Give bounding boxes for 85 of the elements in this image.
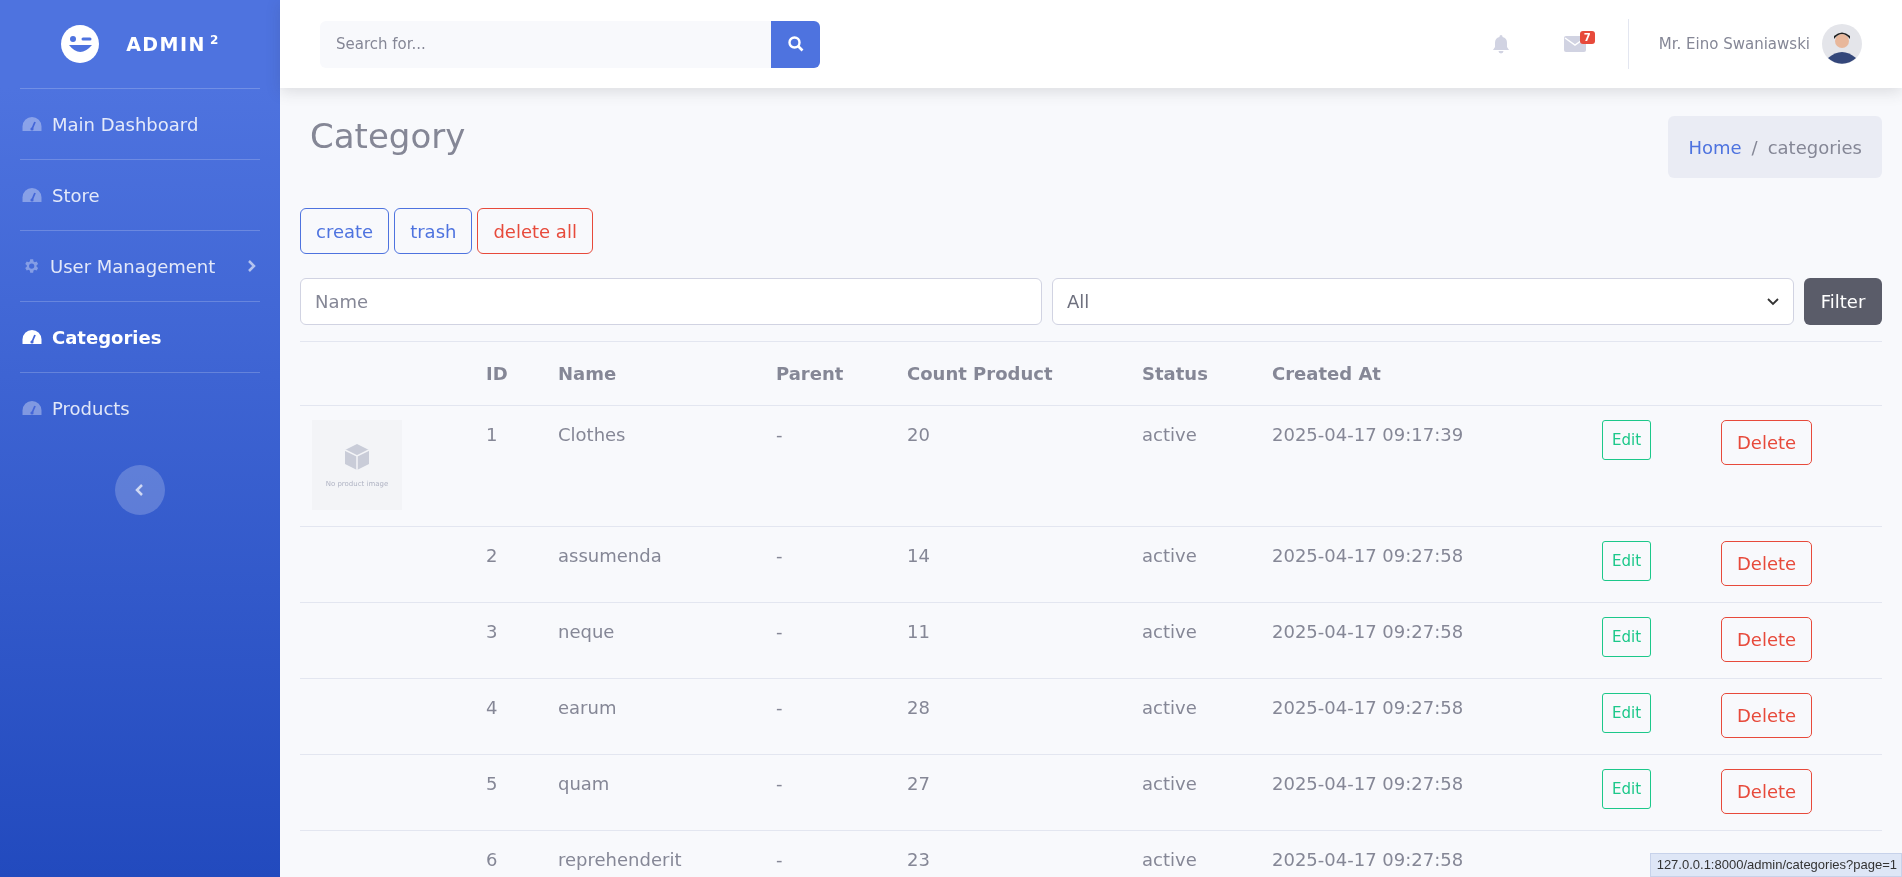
table-cell-text: active <box>1141 696 1198 720</box>
column-header: ID <box>485 362 509 386</box>
sidebar-item[interactable]: Categories <box>20 302 260 372</box>
status-select[interactable]: All <box>1052 278 1794 325</box>
table-cell-text: earum <box>557 696 618 720</box>
smiley-logo-icon <box>60 24 101 64</box>
sidebar-item[interactable]: User Management <box>20 231 260 301</box>
table-cell-text: 14 <box>906 544 931 568</box>
edit-button[interactable]: Edit <box>1602 420 1652 460</box>
search-field[interactable]: Search for... <box>320 20 771 68</box>
delete-button[interactable]: Delete <box>1721 769 1813 814</box>
table-cell-text: - <box>775 772 784 796</box>
search-icon <box>787 36 804 52</box>
search-button[interactable] <box>771 20 820 68</box>
table-cell-text: active <box>1141 544 1198 568</box>
gauge-icon <box>22 400 42 416</box>
edit-button[interactable]: Edit <box>1602 693 1652 733</box>
table-cell-text: active <box>1141 620 1198 644</box>
action-button[interactable]: trash <box>394 208 473 254</box>
column-header: Parent <box>775 362 845 386</box>
column-header: Created At <box>1271 362 1382 386</box>
brand-name[interactable]: ADMIN $^{2}$ <box>126 32 220 56</box>
gauge-icon <box>22 329 42 345</box>
column-header: Status <box>1141 362 1209 386</box>
table-cell-text: 5 <box>485 772 499 796</box>
table-cell-text: assumenda <box>557 544 663 568</box>
edit-button[interactable]: Edit <box>1602 541 1652 581</box>
table-cell-text: 2025-04-17 09:27:58 <box>1271 620 1465 644</box>
sidebar-item[interactable]: Main Dashboard <box>20 89 260 159</box>
table-cell-text: 2025-04-17 09:27:58 <box>1271 544 1465 568</box>
cube-icon <box>342 442 372 472</box>
table-cell-text: active <box>1141 423 1198 447</box>
table-cell-text: 28 <box>906 696 931 720</box>
table-cell-text: quam <box>557 772 611 796</box>
gauge-icon <box>22 116 42 132</box>
delete-button[interactable]: Delete <box>1721 693 1813 738</box>
delete-all-button[interactable]: delete all <box>477 208 593 254</box>
gauge-icon <box>22 187 42 203</box>
edit-button[interactable]: Edit <box>1602 617 1652 657</box>
collapse-sidebar-button[interactable] <box>115 465 165 515</box>
table-cell-text: 27 <box>906 772 931 796</box>
table-cell-text: 23 <box>906 848 931 872</box>
action-button[interactable]: create <box>300 208 390 254</box>
chevron-left-icon <box>134 483 146 497</box>
table-cell-text: 2025-04-17 09:27:58 <box>1271 772 1465 796</box>
table-cell-text: 4 <box>485 696 499 720</box>
delete-button[interactable]: Delete <box>1721 541 1813 586</box>
breadcrumb-link[interactable]: Home <box>1688 136 1742 158</box>
table-cell-text: 3 <box>485 620 499 644</box>
breadcrumb-separator: / <box>1751 136 1758 158</box>
edit-button[interactable]: Edit <box>1602 769 1652 809</box>
table-cell-text: - <box>775 848 784 872</box>
sidebar-item[interactable]: Store <box>20 160 260 230</box>
page-title: Category <box>310 116 466 156</box>
envelope-icon[interactable] <box>1563 36 1586 52</box>
table-cell-text: 20 <box>906 423 931 447</box>
table-cell-text: active <box>1141 848 1198 872</box>
table-cell-text: 2025-04-17 09:27:58 <box>1271 696 1465 720</box>
delete-button[interactable]: Delete <box>1721 617 1813 662</box>
table-cell-text: - <box>775 423 784 447</box>
table-cell-text: 2025-04-17 09:17:39 <box>1271 423 1465 447</box>
status-url: 127.0.0.1:8000/admin/categories?page=1 <box>1649 853 1902 877</box>
user-name[interactable]: Mr. Eino Swaniawski <box>1658 35 1810 53</box>
column-header: Count Product <box>906 362 1054 386</box>
table-cell-text: Clothes <box>557 423 627 447</box>
table-cell-text: 11 <box>906 620 931 644</box>
table-cell-text: active <box>1141 772 1198 796</box>
table-cell-text: - <box>775 544 784 568</box>
name-filter-field[interactable]: Name <box>300 278 1042 325</box>
chevron-down-icon <box>1767 297 1779 306</box>
table-cell-text: 2 <box>485 544 499 568</box>
table-cell-text: - <box>775 620 784 644</box>
table-cell-text: 1 <box>485 423 499 447</box>
message-count-badge: 7 <box>1579 31 1595 44</box>
table-cell-text: reprehenderit <box>557 848 683 872</box>
table-cell-text: neque <box>557 620 616 644</box>
table-cell-text: - <box>775 696 784 720</box>
delete-button[interactable]: Delete <box>1721 420 1813 465</box>
table-cell-text: 6 <box>485 848 499 872</box>
table-cell-text: 2025-04-17 09:27:58 <box>1271 848 1465 872</box>
breadcrumb-current: categories <box>1767 136 1862 158</box>
filter-button[interactable]: Filter <box>1804 278 1882 325</box>
avatar-icon[interactable] <box>1822 24 1862 64</box>
column-header: Name <box>557 362 618 386</box>
sidebar-item[interactable]: Products <box>20 373 260 443</box>
